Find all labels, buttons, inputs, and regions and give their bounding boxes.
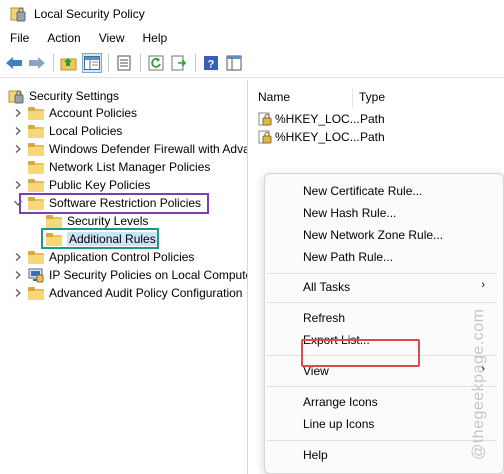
- folder-icon: [28, 286, 44, 300]
- menu-bar: File Action View Help: [0, 27, 504, 49]
- context-menu: New Certificate Rule... New Hash Rule...…: [264, 173, 504, 474]
- chevron-right-icon[interactable]: [13, 252, 23, 262]
- tree-item-label: Windows Defender Firewall with Adva: [49, 142, 248, 156]
- tree-item-label: Advanced Audit Policy Configuration: [49, 286, 243, 300]
- folder-icon: [28, 250, 44, 264]
- annotation-highlight-red: [301, 339, 420, 367]
- path-rule-icon: [258, 112, 272, 126]
- properties-icon[interactable]: [114, 53, 134, 73]
- tree-item-advanced-audit-policy-configuration[interactable]: Advanced Audit Policy Configuration: [13, 284, 242, 302]
- menu-item-line-up-icons[interactable]: Line up Icons: [303, 417, 374, 431]
- tree-item-windows-defender-firewall[interactable]: Windows Defender Firewall with Adva: [13, 140, 248, 158]
- ip-security-icon: [28, 267, 44, 283]
- tree-item-label: Security Levels: [67, 214, 149, 228]
- menu-item-new-path-rule[interactable]: New Path Rule...: [303, 250, 393, 264]
- toolbar-separator: [195, 54, 196, 72]
- svg-text:?: ?: [208, 59, 215, 71]
- folder-icon: [28, 106, 44, 120]
- tree-item-label: Account Policies: [49, 106, 138, 120]
- column-divider[interactable]: [352, 88, 353, 108]
- path-rule-icon: [258, 130, 272, 144]
- toolbar-separator: [140, 54, 141, 72]
- menu-file[interactable]: File: [0, 31, 38, 45]
- toolbar-separator: [53, 54, 54, 72]
- list-row[interactable]: %HKEY_LOC... Path: [258, 110, 385, 128]
- console-tree-pane[interactable]: Security Settings Account Policies Local…: [0, 80, 248, 474]
- title-bar: Local Security Policy: [0, 0, 504, 27]
- column-header-type[interactable]: Type: [359, 90, 385, 104]
- tree-item-public-key-policies[interactable]: Public Key Policies: [13, 176, 150, 194]
- up-folder-icon[interactable]: [59, 53, 79, 73]
- toolbar-separator: [108, 54, 109, 72]
- chevron-right-icon[interactable]: [13, 108, 23, 118]
- toolbar: ?: [0, 49, 504, 78]
- export-list-icon[interactable]: [169, 53, 189, 73]
- menu-separator: [267, 440, 497, 441]
- menu-separator: [267, 302, 497, 303]
- submenu-arrow-icon: ›: [481, 279, 485, 291]
- list-row[interactable]: %HKEY_LOC... Path: [258, 128, 385, 146]
- menu-item-arrange-icons[interactable]: Arrange Icons: [303, 395, 378, 409]
- menu-item-new-certificate-rule[interactable]: New Certificate Rule...: [303, 184, 422, 198]
- chevron-right-icon[interactable]: [13, 180, 23, 190]
- tree-item-application-control-policies[interactable]: Application Control Policies: [13, 248, 194, 266]
- tree-item-label: Public Key Policies: [49, 178, 151, 192]
- tree-item-network-list-manager-policies[interactable]: Network List Manager Policies: [28, 158, 210, 176]
- list-cell-name: %HKEY_LOC...: [275, 112, 360, 126]
- menu-action[interactable]: Action: [38, 31, 89, 45]
- folder-icon: [46, 214, 62, 228]
- chevron-right-icon[interactable]: [13, 144, 23, 154]
- menu-help[interactable]: Help: [134, 31, 177, 45]
- menu-separator: [267, 273, 497, 274]
- back-arrow-icon[interactable]: [4, 53, 24, 73]
- folder-icon: [28, 178, 44, 192]
- security-settings-icon: [8, 88, 24, 104]
- tree-item-local-policies[interactable]: Local Policies: [13, 122, 122, 140]
- tree-root[interactable]: Security Settings: [8, 87, 119, 105]
- tree-root-label: Security Settings: [29, 89, 120, 103]
- list-cell-type: Path: [360, 112, 385, 126]
- tree-item-label: Local Policies: [49, 124, 123, 138]
- tree-item-label: Network List Manager Policies: [49, 160, 211, 174]
- folder-icon: [28, 124, 44, 138]
- chevron-right-icon[interactable]: [13, 288, 23, 298]
- folder-icon: [28, 160, 44, 174]
- chevron-right-icon[interactable]: [13, 126, 23, 136]
- menu-item-all-tasks[interactable]: All Tasks: [303, 280, 350, 294]
- tree-item-label: Application Control Policies: [49, 250, 195, 264]
- tree-item-label: IP Security Policies on Local Compute: [49, 268, 248, 282]
- menu-item-new-network-zone-rule[interactable]: New Network Zone Rule...: [303, 228, 443, 242]
- forward-arrow-icon[interactable]: [27, 53, 47, 73]
- column-header-name[interactable]: Name: [258, 90, 290, 104]
- window-title: Local Security Policy: [34, 6, 145, 21]
- menu-separator: [267, 386, 497, 387]
- show-hide-tree-icon[interactable]: [82, 53, 102, 73]
- watermark: @thegeekpage.com: [470, 308, 487, 460]
- menu-item-refresh[interactable]: Refresh: [303, 311, 345, 325]
- chevron-right-icon[interactable]: [13, 270, 23, 280]
- menu-item-new-hash-rule[interactable]: New Hash Rule...: [303, 206, 396, 220]
- list-cell-name: %HKEY_LOC...: [275, 130, 360, 144]
- tree-item-account-policies[interactable]: Account Policies: [13, 104, 137, 122]
- list-cell-type: Path: [360, 130, 385, 144]
- annotation-highlight-purple: [19, 193, 209, 214]
- tree-item-ip-security-policies[interactable]: IP Security Policies on Local Compute: [13, 266, 248, 284]
- annotation-highlight-green: [41, 228, 159, 249]
- help-icon[interactable]: ?: [201, 53, 221, 73]
- local-security-policy-icon: [10, 6, 26, 22]
- console-icon[interactable]: [224, 53, 244, 73]
- menu-item-help[interactable]: Help: [303, 448, 328, 462]
- folder-icon: [28, 142, 44, 156]
- refresh-icon[interactable]: [146, 53, 166, 73]
- menu-view[interactable]: View: [90, 31, 134, 45]
